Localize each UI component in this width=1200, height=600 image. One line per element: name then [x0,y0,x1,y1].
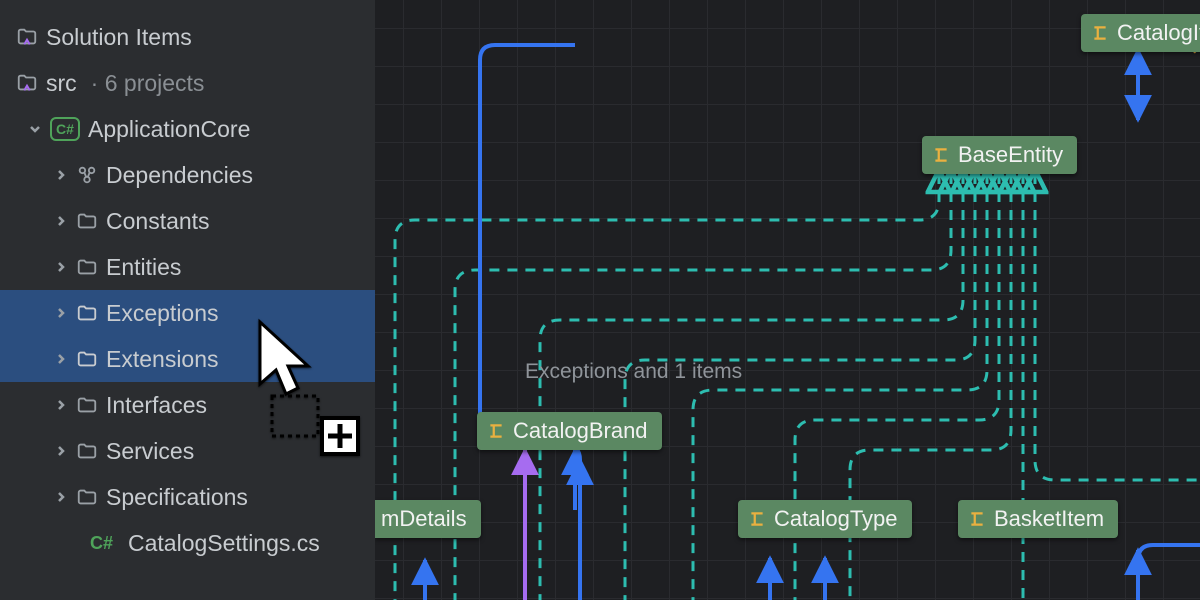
chevron-right-icon [54,260,68,274]
tree-label: Exceptions [106,300,219,327]
tree-label: Dependencies [106,162,253,189]
diagram-node-catalog-item[interactable]: CatalogIt [1081,14,1200,52]
csharp-file-icon: C# [90,533,120,554]
folder-icon [76,302,98,324]
tree-label: Specifications [106,484,248,511]
tree-item-folder[interactable]: Interfaces [0,382,375,428]
diagram-node-basket-item[interactable]: BasketItem [958,500,1118,538]
tree-label: ApplicationCore [88,116,250,143]
csharp-project-icon: C# [50,117,80,141]
tree-label: Solution Items [46,24,192,51]
tree-item-project[interactable]: C# ApplicationCore [0,106,375,152]
diagram-node-catalog-brand[interactable]: CatalogBrand [477,412,662,450]
folder-ref-icon [16,26,38,48]
tree-item-folder-extensions[interactable]: Extensions [0,336,375,382]
tree-item-dependencies[interactable]: Dependencies [0,152,375,198]
node-label: CatalogBrand [513,418,648,444]
folder-icon [76,256,98,278]
class-icon [748,510,766,528]
node-label: CatalogType [774,506,898,532]
chevron-right-icon [54,168,68,182]
chevron-down-icon [28,122,42,136]
folder-icon [76,486,98,508]
tree-label: Constants [106,208,210,235]
tree-label: src [46,70,77,97]
folder-icon [76,210,98,232]
drag-hint-caption: Exceptions and 1 items [525,360,742,384]
tree-item-folder[interactable]: Constants [0,198,375,244]
node-label: BasketItem [994,506,1104,532]
tree-label: CatalogSettings.cs [128,530,320,557]
chevron-right-icon [54,214,68,228]
folder-icon [76,440,98,462]
tree-label: Extensions [106,346,219,373]
tree-meta: · 6 projects [91,70,205,97]
diagram-canvas[interactable]: Exceptions and 1 items BaseEntity Catalo… [375,0,1200,600]
solution-explorer-sidebar: Solution Items src · 6 projects C# Appli… [0,0,375,600]
tree-item-folder[interactable]: Specifications [0,474,375,520]
chevron-right-icon [54,444,68,458]
chevron-right-icon [54,352,68,366]
chevron-right-icon [54,490,68,504]
node-label: CatalogIt [1117,20,1200,46]
folder-ref-icon [16,72,38,94]
tree-label: Entities [106,254,181,281]
tree-item-folder[interactable]: Services [0,428,375,474]
tree-label: Interfaces [106,392,207,419]
diagram-node-catalog-type[interactable]: CatalogType [738,500,912,538]
diagram-node-base-entity[interactable]: BaseEntity [922,136,1077,174]
class-icon [1091,24,1109,42]
folder-icon [76,348,98,370]
chevron-right-icon [54,306,68,320]
node-label: BaseEntity [958,142,1063,168]
tree-item-src[interactable]: src · 6 projects [0,60,375,106]
tree-item-file[interactable]: C# CatalogSettings.cs [0,520,375,566]
class-icon [487,422,505,440]
tree-label: Services [106,438,194,465]
tree-item-folder-exceptions[interactable]: Exceptions [0,290,375,336]
chevron-right-icon [54,398,68,412]
folder-icon [76,394,98,416]
dependencies-icon [76,164,98,186]
node-label: mDetails [381,506,467,532]
tree-item-solution-items[interactable]: Solution Items [0,14,375,60]
class-icon [932,146,950,164]
class-icon [968,510,986,528]
diagram-node-m-details[interactable]: mDetails [375,500,481,538]
tree-item-folder[interactable]: Entities [0,244,375,290]
